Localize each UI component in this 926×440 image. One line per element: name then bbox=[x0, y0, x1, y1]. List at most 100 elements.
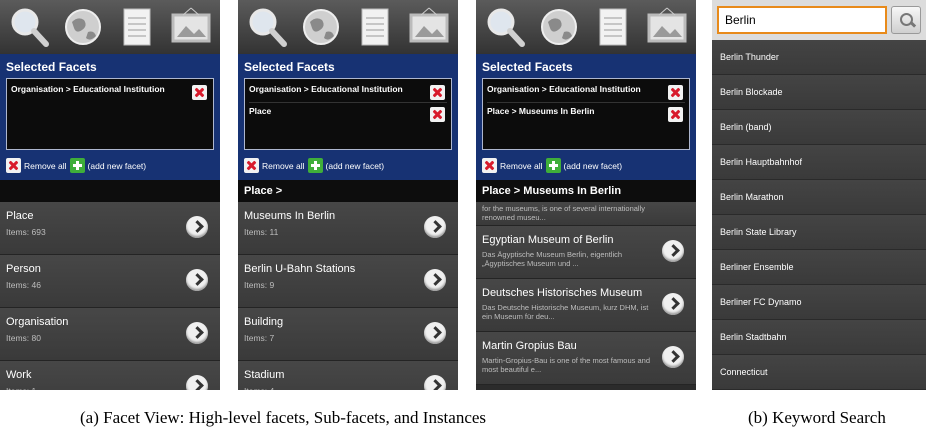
item-name: Place bbox=[6, 210, 34, 222]
remove-facet-icon[interactable] bbox=[192, 85, 207, 100]
notepad-icon[interactable] bbox=[588, 4, 638, 50]
selected-facet: Organisation > Educational Institution bbox=[487, 81, 685, 103]
item-description: for the museums, is one of several inter… bbox=[482, 204, 645, 222]
item-name: Person bbox=[6, 263, 41, 275]
list-item[interactable]: Building Items: 7 bbox=[238, 308, 458, 361]
item-description: Das Ägyptische Museum Berlin, eigentlich… bbox=[482, 250, 623, 268]
suggestion-item[interactable]: Berlin (band) bbox=[712, 110, 926, 145]
remove-all-button[interactable]: Remove all bbox=[6, 158, 67, 173]
chevron-right-icon[interactable] bbox=[662, 293, 684, 315]
list-item[interactable]: Museums In Berlin Items: 11 bbox=[238, 202, 458, 255]
suggestion-item[interactable]: Berlin Marathon bbox=[712, 180, 926, 215]
list-item[interactable]: Stadium Items: 4 bbox=[238, 361, 458, 390]
item-name: Martin Gropius Bau bbox=[482, 340, 577, 352]
item-count: Items: 693 bbox=[6, 227, 46, 237]
item-name: Organisation bbox=[6, 316, 69, 328]
chevron-right-icon[interactable] bbox=[424, 216, 446, 238]
item-count: Items: 46 bbox=[6, 280, 41, 290]
remove-all-button[interactable]: Remove all bbox=[482, 158, 543, 173]
item-name: Museums In Berlin bbox=[244, 210, 336, 222]
list-item-partial[interactable]: for the museums, is one of several inter… bbox=[476, 202, 696, 226]
facet-actions: Remove all (add new facet) bbox=[244, 158, 452, 173]
breadcrumb: Place > Museums In Berlin bbox=[476, 180, 696, 202]
facets-title: Selected Facets bbox=[482, 60, 573, 74]
suggestion-item[interactable]: Berlin Thunder bbox=[712, 40, 926, 75]
chevron-right-icon[interactable] bbox=[424, 375, 446, 390]
toolbar bbox=[238, 0, 458, 54]
facet-view-panel-3: Selected Facets Organisation > Educationa… bbox=[476, 0, 696, 390]
chevron-right-icon[interactable] bbox=[424, 322, 446, 344]
globe-icon[interactable] bbox=[296, 4, 346, 50]
suggestion-item[interactable]: Berlin Blockade bbox=[712, 75, 926, 110]
list-item[interactable]: Work Items: 1 bbox=[0, 361, 220, 390]
selected-facet: Organisation > Educational Institution bbox=[11, 81, 209, 103]
facet-label: Organisation > Educational Institution bbox=[11, 84, 165, 94]
remove-all-label: Remove all bbox=[24, 160, 67, 171]
facet-label: Organisation > Educational Institution bbox=[249, 84, 403, 94]
selected-facet: Place bbox=[249, 103, 447, 125]
selected-facets-box: Organisation > Educational Institution bbox=[6, 78, 214, 150]
suggestion-item[interactable]: Berliner FC Dynamo bbox=[712, 285, 926, 320]
item-count: Items: 1 bbox=[6, 386, 180, 390]
chevron-right-icon[interactable] bbox=[662, 346, 684, 368]
list-item[interactable]: Berlin U-Bahn Stations Items: 9 bbox=[238, 255, 458, 308]
suggestion-item[interactable]: Berlin Stadtbahn bbox=[712, 320, 926, 355]
suggestion-item[interactable]: Berliner Ensemble bbox=[712, 250, 926, 285]
suggestion-item[interactable]: Connecticut bbox=[712, 355, 926, 390]
add-facet-button[interactable]: (add new facet) bbox=[307, 158, 384, 173]
search-button[interactable] bbox=[891, 6, 921, 34]
chevron-right-icon[interactable] bbox=[186, 269, 208, 291]
globe-icon[interactable] bbox=[58, 4, 108, 50]
chevron-right-icon[interactable] bbox=[424, 269, 446, 291]
chevron-right-icon[interactable] bbox=[186, 322, 208, 344]
chevron-right-icon[interactable] bbox=[186, 375, 208, 390]
facet-view-panel-2: Selected Facets Organisation > Educationa… bbox=[238, 0, 458, 390]
remove-all-button[interactable]: Remove all bbox=[244, 158, 305, 173]
suggestion-item[interactable]: Berlin State Library bbox=[712, 215, 926, 250]
magnifier-icon[interactable] bbox=[242, 4, 292, 50]
magnifier-icon[interactable] bbox=[4, 4, 54, 50]
list-item[interactable]: Organisation Items: 80 bbox=[0, 308, 220, 361]
picture-frame-icon[interactable] bbox=[166, 4, 216, 50]
suggestion-item[interactable]: Berlin Hauptbahnhof bbox=[712, 145, 926, 180]
list-item[interactable]: Egyptian Museum of Berlin Das Ägyptische … bbox=[476, 226, 696, 279]
picture-frame-icon[interactable] bbox=[404, 4, 454, 50]
facet-actions: Remove all (add new facet) bbox=[6, 158, 214, 173]
remove-all-label: Remove all bbox=[262, 160, 305, 171]
remove-facet-icon[interactable] bbox=[668, 107, 683, 122]
add-facet-button[interactable]: (add new facet) bbox=[545, 158, 623, 173]
facet-actions: Remove all (add new facet) bbox=[482, 158, 690, 173]
item-count: Items: 4 bbox=[244, 386, 418, 390]
magnifier-icon[interactable] bbox=[480, 4, 530, 50]
remove-facet-icon[interactable] bbox=[430, 107, 445, 122]
toolbar bbox=[476, 0, 696, 54]
selected-facets-box: Organisation > Educational Institution Pl… bbox=[244, 78, 452, 150]
picture-frame-icon[interactable] bbox=[642, 4, 692, 50]
search-input[interactable] bbox=[717, 6, 887, 34]
search-bar bbox=[712, 0, 926, 40]
list-item[interactable]: Martin Gropius Bau Martin-Gropius-Bau is … bbox=[476, 332, 696, 385]
notepad-icon[interactable] bbox=[112, 4, 162, 50]
notepad-icon[interactable] bbox=[350, 4, 400, 50]
chevron-right-icon[interactable] bbox=[186, 216, 208, 238]
globe-icon[interactable] bbox=[534, 4, 584, 50]
remove-facet-icon[interactable] bbox=[668, 85, 683, 100]
remove-all-label: Remove all bbox=[500, 160, 543, 171]
add-facet-label: (add new facet) bbox=[563, 160, 623, 171]
facet-label: Place > Museums In Berlin bbox=[487, 106, 595, 116]
remove-facet-icon[interactable] bbox=[430, 85, 445, 100]
list-item[interactable]: Deutsches Historisches Museum Das Deutsch… bbox=[476, 279, 696, 332]
facets-title: Selected Facets bbox=[6, 60, 97, 74]
add-facet-button[interactable]: (add new facet) bbox=[69, 158, 147, 173]
add-facet-label: (add new facet) bbox=[87, 160, 147, 171]
list-item[interactable]: Place Items: 693 bbox=[0, 202, 220, 255]
toolbar bbox=[0, 0, 220, 54]
item-name: Work bbox=[6, 369, 32, 381]
chevron-right-icon[interactable] bbox=[662, 240, 684, 262]
item-name: Stadium bbox=[244, 369, 285, 381]
suggestion-list: Berlin Thunder Berlin Blockade Berlin (ban… bbox=[712, 40, 926, 390]
item-description: Das Deutsche Historische Museum, kurz DH… bbox=[482, 303, 649, 321]
breadcrumb bbox=[0, 180, 220, 202]
list-item[interactable]: Person Items: 46 bbox=[0, 255, 220, 308]
selected-facets-panel: Selected Facets Organisation > Educationa… bbox=[238, 54, 458, 180]
